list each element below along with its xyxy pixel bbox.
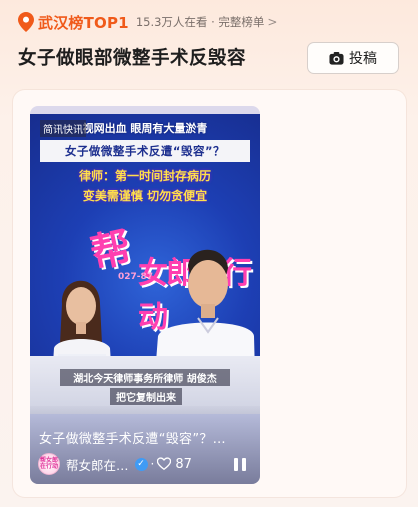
verified-icon: ✓ <box>134 457 148 471</box>
separator: · <box>150 457 155 471</box>
page-title: 女子做眼部微整手术反毁容 <box>18 48 247 69</box>
like-count: 87 <box>175 456 192 472</box>
heart-icon[interactable] <box>157 457 172 471</box>
avatar[interactable]: 帮女郎在行动 <box>38 453 60 475</box>
camera-icon <box>329 51 344 65</box>
rank-header[interactable]: 武汉榜TOP1 15.3万人在看 · 完整榜单 > <box>18 10 277 34</box>
author-name[interactable]: 帮女郎在… <box>66 455 129 474</box>
source-tag: 简讯快讯 <box>40 120 86 137</box>
banner-line-4: 变美需谨慎 切勿贪便宜 <box>82 189 208 203</box>
subtitle-line-1: 湖北今天律师事务所律师 胡俊杰 <box>60 369 230 386</box>
video-card[interactable]: 视网出血 眼周有大量淤青 女子做微整手术反遭“毁容”？ 律师：第一时间封存病历 … <box>30 106 260 484</box>
rank-title: 武汉榜TOP1 <box>38 13 129 32</box>
banner-line-3: 律师：第一时间封存病历 <box>78 169 211 183</box>
banner-line-2: 女子做微整手术反遭“毁容”？ <box>40 140 250 162</box>
rank-meta[interactable]: 15.3万人在看 · 完整榜单 <box>136 14 265 30</box>
chevron-right-icon[interactable]: > <box>267 15 277 29</box>
video-title[interactable]: 女子做微整手术反遭“毁容”？… <box>39 428 226 447</box>
post-button-label: 投稿 <box>349 51 377 67</box>
location-pin-icon <box>18 12 34 32</box>
video-footer: 帮女郎在行动 帮女郎在… ✓ · 87 <box>38 452 252 476</box>
post-button[interactable]: 投稿 <box>307 42 399 74</box>
video-frame[interactable]: 视网出血 眼周有大量淤青 女子做微整手术反遭“毁容”？ 律师：第一时间封存病历 … <box>30 114 260 414</box>
pause-icon[interactable] <box>234 457 246 471</box>
subtitle-line-2: 把它复制出来 <box>110 388 182 405</box>
